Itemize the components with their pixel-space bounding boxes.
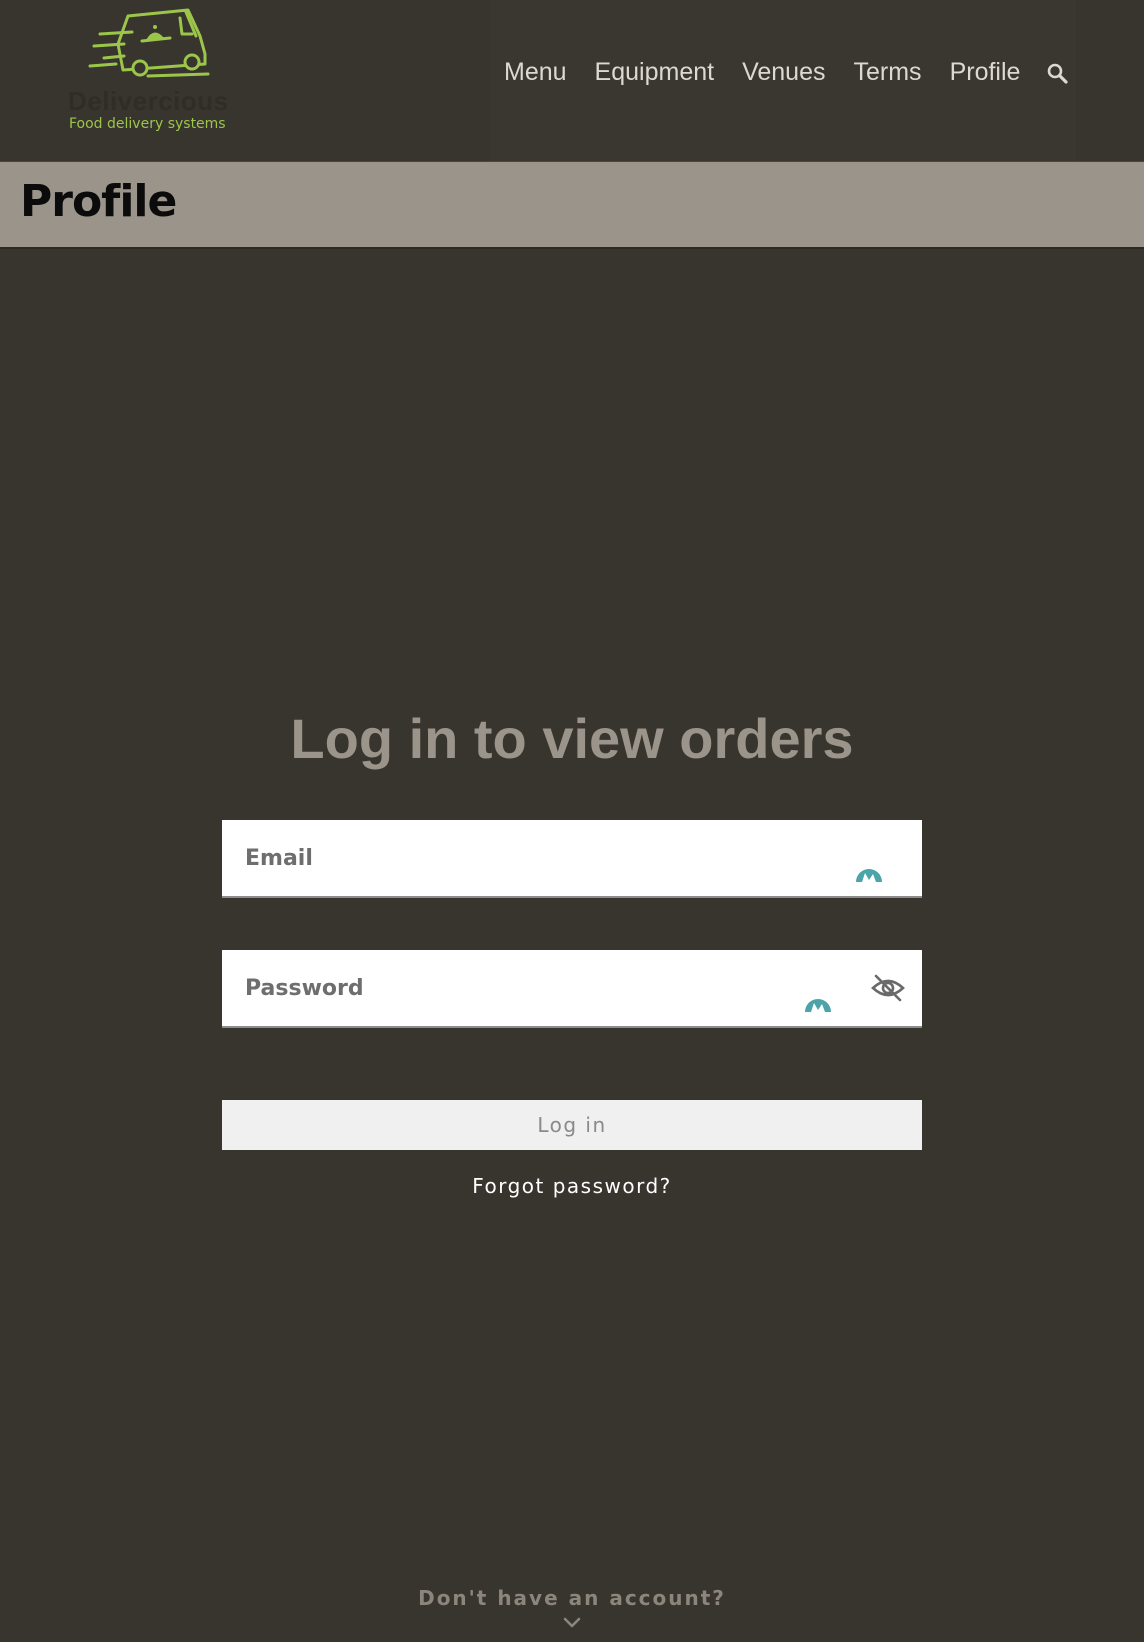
forgot-password-link[interactable]: Forgot password? xyxy=(0,1174,1144,1198)
main-nav: Menu Equipment Venues Terms Profile xyxy=(504,58,1069,87)
nav-item-venues[interactable]: Venues xyxy=(742,58,825,87)
nav-item-profile[interactable]: Profile xyxy=(950,58,1021,87)
email-field-wrapper xyxy=(222,820,922,898)
login-heading: Log in to view orders xyxy=(290,707,854,770)
password-field-wrapper xyxy=(222,950,922,1028)
password-manager-icon[interactable] xyxy=(803,988,833,1016)
brand-tagline: Food delivery systems xyxy=(69,116,226,132)
signup-prompt[interactable]: Don't have an account? xyxy=(0,1586,1144,1610)
chevron-down-icon[interactable] xyxy=(563,1617,581,1629)
brand-name: Delivercious xyxy=(68,86,229,116)
site-header: Delivercious Food delivery systems Menu … xyxy=(0,0,1144,161)
delivery-van-icon xyxy=(88,8,210,78)
nav-item-menu[interactable]: Menu xyxy=(504,58,567,87)
email-input[interactable] xyxy=(222,820,922,896)
nav-item-terms[interactable]: Terms xyxy=(854,58,922,87)
page-title: Profile xyxy=(20,176,177,227)
login-button[interactable]: Log in xyxy=(222,1100,922,1150)
search-icon[interactable] xyxy=(1046,62,1069,84)
nav-item-equipment[interactable]: Equipment xyxy=(595,58,715,87)
brand-logo[interactable]: Delivercious Food delivery systems xyxy=(60,6,250,146)
page-title-bar: Profile xyxy=(0,161,1144,249)
eye-slash-icon[interactable] xyxy=(871,973,905,1003)
password-manager-icon[interactable] xyxy=(854,858,884,886)
